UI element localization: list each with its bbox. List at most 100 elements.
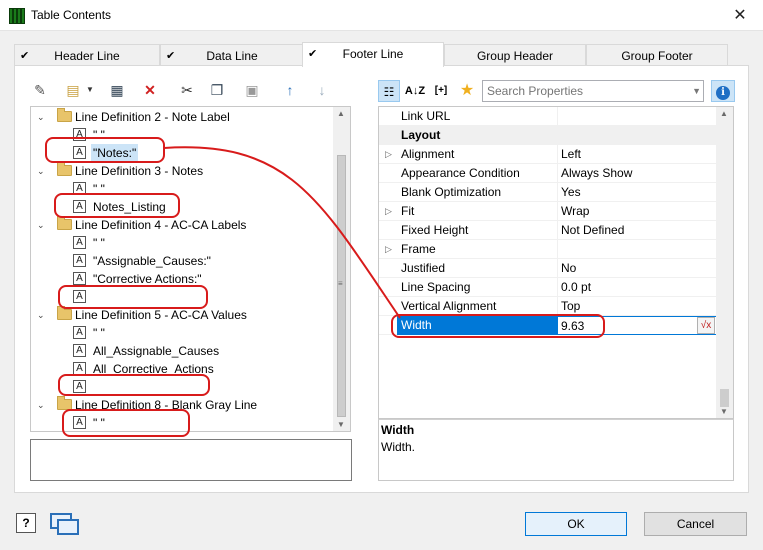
favorites-star-icon[interactable]: ★ bbox=[456, 80, 478, 102]
tab-data-line[interactable]: ✔ Data Line bbox=[160, 44, 304, 66]
scroll-up-icon[interactable]: ▲ bbox=[720, 109, 728, 118]
scroll-thumb[interactable] bbox=[720, 389, 729, 407]
tree-field-row[interactable]: A "Notes:" bbox=[73, 144, 323, 162]
info-button[interactable]: i bbox=[711, 80, 735, 102]
tree-folder-row[interactable]: ⌄ Line Definition 4 - AC-CA Labels bbox=[37, 216, 332, 234]
tree-field-row[interactable]: A bbox=[73, 378, 323, 396]
property-row[interactable]: Line Spacing 0.0 pt bbox=[379, 278, 719, 297]
property-value[interactable]: Wrap bbox=[557, 202, 719, 221]
line-definition-tree[interactable]: ⌄ Line Definition 2 - Note Label A " " A… bbox=[30, 106, 351, 432]
tree-field-row[interactable]: A " " bbox=[73, 324, 323, 342]
move-up-icon[interactable]: ↑ bbox=[280, 80, 300, 100]
property-row[interactable]: ▷ Frame bbox=[379, 240, 719, 259]
copy-icon[interactable]: ❐ bbox=[207, 80, 227, 100]
property-row[interactable]: Link URL bbox=[379, 107, 719, 126]
tree-field-label: All_Assignable_Causes bbox=[93, 344, 220, 358]
collapse-icon[interactable]: ⌄ bbox=[37, 216, 49, 234]
tree-field-row[interactable]: A " " bbox=[73, 180, 323, 198]
tree-folder-row[interactable]: ⌄ Line Definition 3 - Notes bbox=[37, 162, 332, 180]
property-row[interactable]: ▷ Fit Wrap bbox=[379, 202, 719, 221]
tree-folder-row[interactable]: ⌄ Line Definition 5 - AC-CA Values bbox=[37, 306, 332, 324]
windows-icon[interactable] bbox=[50, 513, 80, 535]
tree-field-row[interactable]: A Notes_Listing bbox=[73, 198, 323, 216]
tree-field-row[interactable]: A All_Assignable_Causes bbox=[73, 342, 323, 360]
tree-scrollbar[interactable]: ▲ ≡ ▼ bbox=[333, 107, 350, 431]
tree-field-row[interactable]: A " " bbox=[73, 234, 323, 252]
tab-footer-line[interactable]: ✔ Footer Line bbox=[302, 42, 444, 67]
tree-field-row[interactable]: A "Assignable_Causes:" bbox=[73, 252, 323, 270]
magic-wand-icon[interactable]: ✎ bbox=[30, 80, 50, 100]
expand-icon[interactable]: ▷ bbox=[385, 202, 392, 221]
formula-button[interactable]: √x bbox=[697, 317, 715, 334]
check-icon[interactable]: ✔ bbox=[308, 43, 317, 65]
tab-group-footer[interactable]: Group Footer bbox=[586, 44, 728, 66]
chevron-down-icon[interactable]: ▼ bbox=[692, 81, 701, 101]
check-icon[interactable]: ✔ bbox=[166, 45, 175, 67]
property-value[interactable]: No bbox=[557, 259, 719, 278]
property-value[interactable] bbox=[557, 107, 719, 126]
tab-header-line[interactable]: ✔ Header Line bbox=[14, 44, 160, 66]
tab-group-header[interactable]: Group Header bbox=[444, 44, 586, 66]
help-heading: Width bbox=[381, 423, 415, 437]
tree-field-row[interactable]: A All_Corrective_Actions bbox=[73, 360, 323, 378]
search-input[interactable] bbox=[483, 81, 683, 101]
app-icon bbox=[9, 8, 25, 24]
property-row[interactable]: Justified No bbox=[379, 259, 719, 278]
tree-field-label: "Notes:" bbox=[91, 144, 139, 162]
property-row-width[interactable]: Width 9.63 √x bbox=[379, 316, 719, 335]
properties-toolbar: ☷ A↓Z [+] ★ ▼ i bbox=[378, 80, 740, 104]
search-properties-field[interactable]: ▼ bbox=[482, 80, 704, 102]
expand-icon[interactable]: ▷ bbox=[385, 145, 392, 164]
property-row[interactable]: Blank Optimization Yes bbox=[379, 183, 719, 202]
check-icon[interactable]: ✔ bbox=[20, 45, 29, 67]
property-row[interactable]: ▷ Alignment Left bbox=[379, 145, 719, 164]
collapse-icon[interactable]: ⌄ bbox=[37, 162, 49, 180]
ok-button[interactable]: OK bbox=[525, 512, 627, 536]
close-icon[interactable]: ✕ bbox=[717, 0, 763, 31]
property-row[interactable]: Vertical Alignment Top bbox=[379, 297, 719, 316]
property-value[interactable]: Not Defined bbox=[557, 221, 719, 240]
property-value[interactable]: 0.0 pt bbox=[557, 278, 719, 297]
paste-icon[interactable]: ▣ bbox=[242, 80, 262, 100]
width-value-input[interactable]: 9.63 bbox=[557, 316, 719, 335]
tree-field-label: "Assignable_Causes:" bbox=[93, 254, 211, 268]
property-scrollbar[interactable]: ▲ ▼ bbox=[716, 107, 733, 418]
property-value[interactable]: Top bbox=[557, 297, 719, 316]
property-row[interactable]: Appearance Condition Always Show bbox=[379, 164, 719, 183]
scroll-up-icon[interactable]: ▲ bbox=[337, 109, 345, 118]
tree-field-row[interactable]: A " " bbox=[73, 414, 323, 431]
chevron-down-icon[interactable]: ▼ bbox=[80, 80, 100, 100]
property-grid[interactable]: Link URL Layout ▷ Alignment Left Appeara… bbox=[378, 106, 734, 419]
tree-field-row[interactable]: A "Corrective Actions:" bbox=[73, 270, 323, 288]
property-value[interactable]: Yes bbox=[557, 183, 719, 202]
cancel-button[interactable]: Cancel bbox=[644, 512, 747, 536]
delete-icon[interactable]: ✕ bbox=[140, 80, 160, 100]
collapse-icon[interactable]: ⌄ bbox=[37, 108, 49, 126]
property-category-row[interactable]: Layout bbox=[379, 126, 719, 145]
tree-field-row[interactable]: A " " bbox=[73, 126, 323, 144]
expand-icon[interactable]: ▷ bbox=[385, 240, 392, 259]
text-field-icon: A bbox=[73, 146, 86, 159]
collapse-icon[interactable]: ⌄ bbox=[37, 306, 49, 324]
scroll-down-icon[interactable]: ▼ bbox=[720, 407, 728, 416]
categorized-icon[interactable]: ☷ bbox=[378, 80, 400, 102]
sort-alpha-icon[interactable]: A↓Z bbox=[404, 80, 426, 102]
property-value[interactable]: Always Show bbox=[557, 164, 719, 183]
scroll-down-icon[interactable]: ▼ bbox=[337, 420, 345, 429]
properties-icon[interactable]: ▦ bbox=[107, 80, 127, 100]
move-down-icon[interactable]: ↓ bbox=[312, 80, 332, 100]
property-name: Blank Optimization bbox=[401, 185, 502, 199]
expand-all-icon[interactable]: [+] bbox=[430, 80, 452, 102]
cut-icon[interactable]: ✂ bbox=[177, 80, 197, 100]
property-value[interactable] bbox=[557, 240, 719, 259]
tree-field-row[interactable]: A bbox=[73, 288, 323, 306]
tree-folder-row[interactable]: ⌄ Line Definition 8 - Blank Gray Line bbox=[37, 396, 332, 414]
help-icon[interactable]: ? bbox=[16, 513, 36, 533]
property-row[interactable]: Fixed Height Not Defined bbox=[379, 221, 719, 240]
tree-folder-row[interactable]: ⌄ Line Definition 2 - Note Label bbox=[37, 108, 332, 126]
folder-icon bbox=[57, 306, 72, 320]
tree-field-label: " " bbox=[93, 182, 105, 196]
property-value[interactable]: Left bbox=[557, 145, 719, 164]
collapse-icon[interactable]: ⌄ bbox=[37, 396, 49, 414]
tree-field-label: " " bbox=[93, 236, 105, 250]
